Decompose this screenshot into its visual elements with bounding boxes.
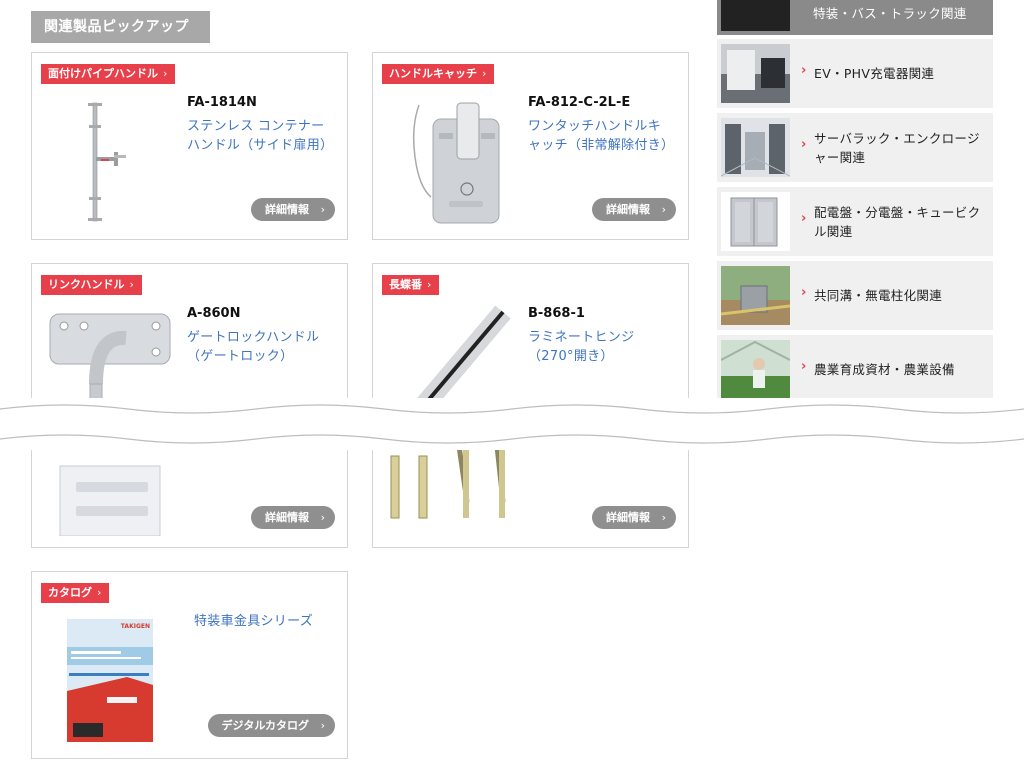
chevron-right-icon: › bbox=[801, 137, 807, 152]
chevron-right-icon: › bbox=[801, 211, 807, 226]
sidebar-item-agriculture[interactable]: › 農業育成資材・農業設備 bbox=[717, 335, 993, 404]
category-tag[interactable]: 長蝶番 › bbox=[382, 275, 440, 295]
chevron-right-icon: › bbox=[320, 511, 325, 524]
chevron-right-icon: › bbox=[661, 511, 666, 524]
category-tag[interactable]: ハンドルキャッチ › bbox=[382, 64, 495, 84]
product-code: B-868-1 bbox=[528, 306, 585, 321]
detail-button-label: 詳細情報 bbox=[265, 511, 309, 524]
detail-button-label: 詳細情報 bbox=[265, 203, 309, 216]
category-tag-label: 面付けパイプハンドル bbox=[48, 67, 158, 80]
product-card[interactable]: ハンドルキャッチ › FA-812-C-2L-E ワンタッチハンドルキャッチ（非常… bbox=[372, 52, 689, 240]
section-heading: 関連製品ピックアップ bbox=[31, 11, 210, 43]
product-name-link[interactable]: ゲートロックハンドル（ゲートロック） bbox=[187, 328, 333, 366]
catalog-cover-brand: TAKIGEN bbox=[120, 623, 150, 630]
category-tag-label: リンクハンドル bbox=[48, 278, 125, 291]
category-tag[interactable]: リンクハンドル › bbox=[41, 275, 142, 295]
sidebar-item-label: サーバラック・エンクロージャー関連 bbox=[814, 131, 980, 165]
sidebar-item-utility-tunnel[interactable]: › 共同溝・無電柱化関連 bbox=[717, 261, 993, 330]
product-image[interactable] bbox=[72, 97, 162, 227]
utility-tunnel-thumbnail bbox=[721, 266, 790, 325]
product-card[interactable]: 面付けパイプハンドル › FA-1814N ステンレス コンテナーハンドル（サイド… bbox=[31, 52, 348, 240]
sidebar-item-label: 配電盤・分電盤・キュービクル関連 bbox=[814, 205, 981, 239]
chevron-right-icon: › bbox=[97, 586, 102, 599]
chevron-right-icon: › bbox=[320, 203, 325, 216]
ev-charger-thumbnail bbox=[721, 44, 790, 103]
sidebar-item-label: 共同溝・無電柱化関連 bbox=[814, 288, 943, 303]
product-code: FA-812-C-2L-E bbox=[528, 95, 631, 110]
sidebar-item-truck-bus[interactable]: 特装・バス・トラック関連 bbox=[717, 0, 993, 35]
category-tag[interactable]: 面付けパイプハンドル › bbox=[41, 64, 176, 84]
detail-button-label: 詳細情報 bbox=[606, 511, 650, 524]
product-code: FA-1814N bbox=[187, 95, 257, 110]
category-tag[interactable]: カタログ › bbox=[41, 583, 110, 603]
sidebar-item-label: 特装・バス・トラック関連 bbox=[813, 6, 967, 21]
chevron-right-icon: › bbox=[801, 285, 807, 300]
sidebar-item-label: EV・PHV充電器関連 bbox=[814, 66, 935, 81]
detail-button[interactable]: 詳細情報 › bbox=[251, 198, 335, 221]
digital-catalog-button[interactable]: デジタルカタログ › bbox=[207, 714, 335, 737]
sidebar-item-server-rack[interactable]: › サーバラック・エンクロージャー関連 bbox=[717, 113, 993, 182]
detail-button[interactable]: 詳細情報 › bbox=[592, 506, 676, 529]
server-rack-thumbnail bbox=[721, 118, 790, 177]
chevron-right-icon: › bbox=[801, 359, 807, 374]
sidebar-item-label: 農業育成資材・農業設備 bbox=[814, 362, 955, 377]
truck-thumbnail bbox=[721, 0, 790, 31]
catalog-card[interactable]: カタログ › TAKIGEN 特装車金具シリーズ デジタルカタログ › bbox=[31, 571, 348, 759]
sidebar-item-ev[interactable]: › EV・PHV充電器関連 bbox=[717, 39, 993, 108]
product-name-link[interactable]: ステンレス コンテナーハンドル（サイド扉用） bbox=[187, 117, 333, 155]
chevron-right-icon: › bbox=[482, 67, 487, 80]
catalog-name-link[interactable]: 特装車金具シリーズ bbox=[194, 612, 344, 631]
category-tag-label: カタログ bbox=[48, 586, 92, 599]
sidebar-item-switchboard[interactable]: › 配電盤・分電盤・キュービクル関連 bbox=[717, 187, 993, 256]
detail-button[interactable]: 詳細情報 › bbox=[251, 506, 335, 529]
detail-button-label: 詳細情報 bbox=[606, 203, 650, 216]
chevron-right-icon: › bbox=[427, 278, 432, 291]
chevron-right-icon: › bbox=[801, 63, 807, 78]
catalog-cover-image[interactable]: TAKIGEN bbox=[67, 619, 153, 742]
digital-catalog-button-label: デジタルカタログ bbox=[221, 719, 309, 732]
product-name-link[interactable]: ラミネートヒンジ（270°開き） bbox=[528, 328, 674, 366]
chevron-right-icon: › bbox=[129, 278, 134, 291]
chevron-right-icon: › bbox=[320, 719, 325, 732]
detail-button[interactable]: 詳細情報 › bbox=[592, 198, 676, 221]
product-image[interactable] bbox=[401, 97, 507, 227]
chevron-right-icon: › bbox=[661, 203, 666, 216]
product-code: A-860N bbox=[187, 306, 241, 321]
category-tag-label: ハンドルキャッチ bbox=[389, 67, 477, 80]
chevron-right-icon: › bbox=[163, 67, 168, 80]
screenshot-break-divider bbox=[0, 398, 1024, 450]
category-tag-label: 長蝶番 bbox=[389, 278, 422, 291]
greenhouse-thumbnail bbox=[721, 340, 790, 399]
product-name-link[interactable]: ワンタッチハンドルキャッチ（非常解除付き） bbox=[528, 117, 674, 155]
switchboard-thumbnail bbox=[721, 192, 790, 251]
